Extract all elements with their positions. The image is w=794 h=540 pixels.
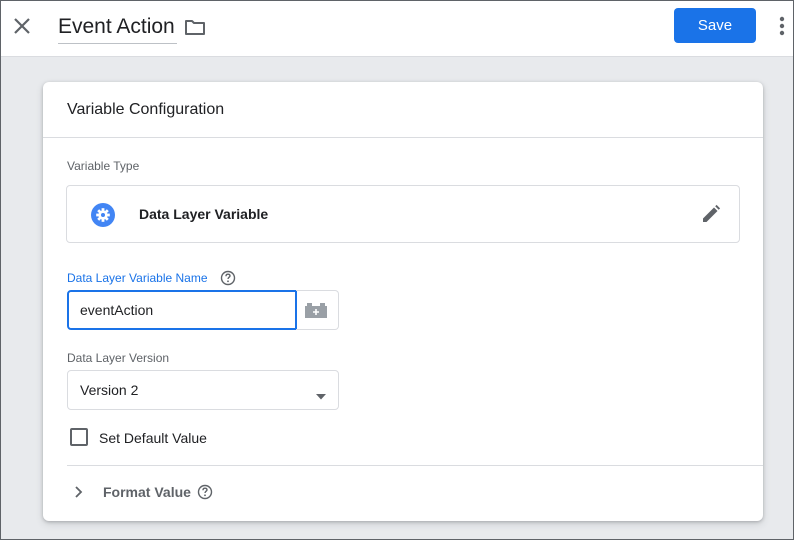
variable-configuration-card: Variable Configuration Variable Type Dat… xyxy=(43,82,763,521)
help-icon[interactable] xyxy=(220,270,236,286)
folder-icon[interactable] xyxy=(183,15,207,39)
more-vert-icon[interactable] xyxy=(774,13,790,39)
save-button[interactable]: Save xyxy=(674,8,756,43)
dl-version-value: Version 2 xyxy=(80,382,139,398)
dl-variable-name-input[interactable] xyxy=(67,290,297,330)
dl-version-label: Data Layer Version xyxy=(67,351,170,365)
dl-version-select[interactable]: Version 2 xyxy=(67,370,339,410)
add-variable-icon[interactable] xyxy=(296,290,339,330)
pencil-icon[interactable] xyxy=(699,202,723,226)
help-icon[interactable] xyxy=(197,484,213,500)
close-icon[interactable] xyxy=(9,11,35,39)
format-value-toggle[interactable]: Format Value xyxy=(67,477,367,507)
card-title: Variable Configuration xyxy=(43,82,763,138)
dl-variable-name-label: Data Layer Variable Name xyxy=(67,271,208,285)
format-value-label: Format Value xyxy=(103,484,191,500)
caret-down-icon xyxy=(316,387,326,400)
page-title[interactable]: Event Action xyxy=(58,14,177,44)
variable-type-name: Data Layer Variable xyxy=(139,206,269,222)
divider xyxy=(67,465,763,466)
chevron-right-icon xyxy=(73,485,83,498)
gear-icon xyxy=(91,203,115,227)
top-bar: Event Action Save xyxy=(1,1,793,57)
variable-type-selector[interactable]: Data Layer Variable xyxy=(66,185,740,243)
variable-type-label: Variable Type xyxy=(67,159,140,173)
default-value-label[interactable]: Set Default Value xyxy=(99,430,207,446)
default-value-checkbox[interactable] xyxy=(70,428,88,446)
